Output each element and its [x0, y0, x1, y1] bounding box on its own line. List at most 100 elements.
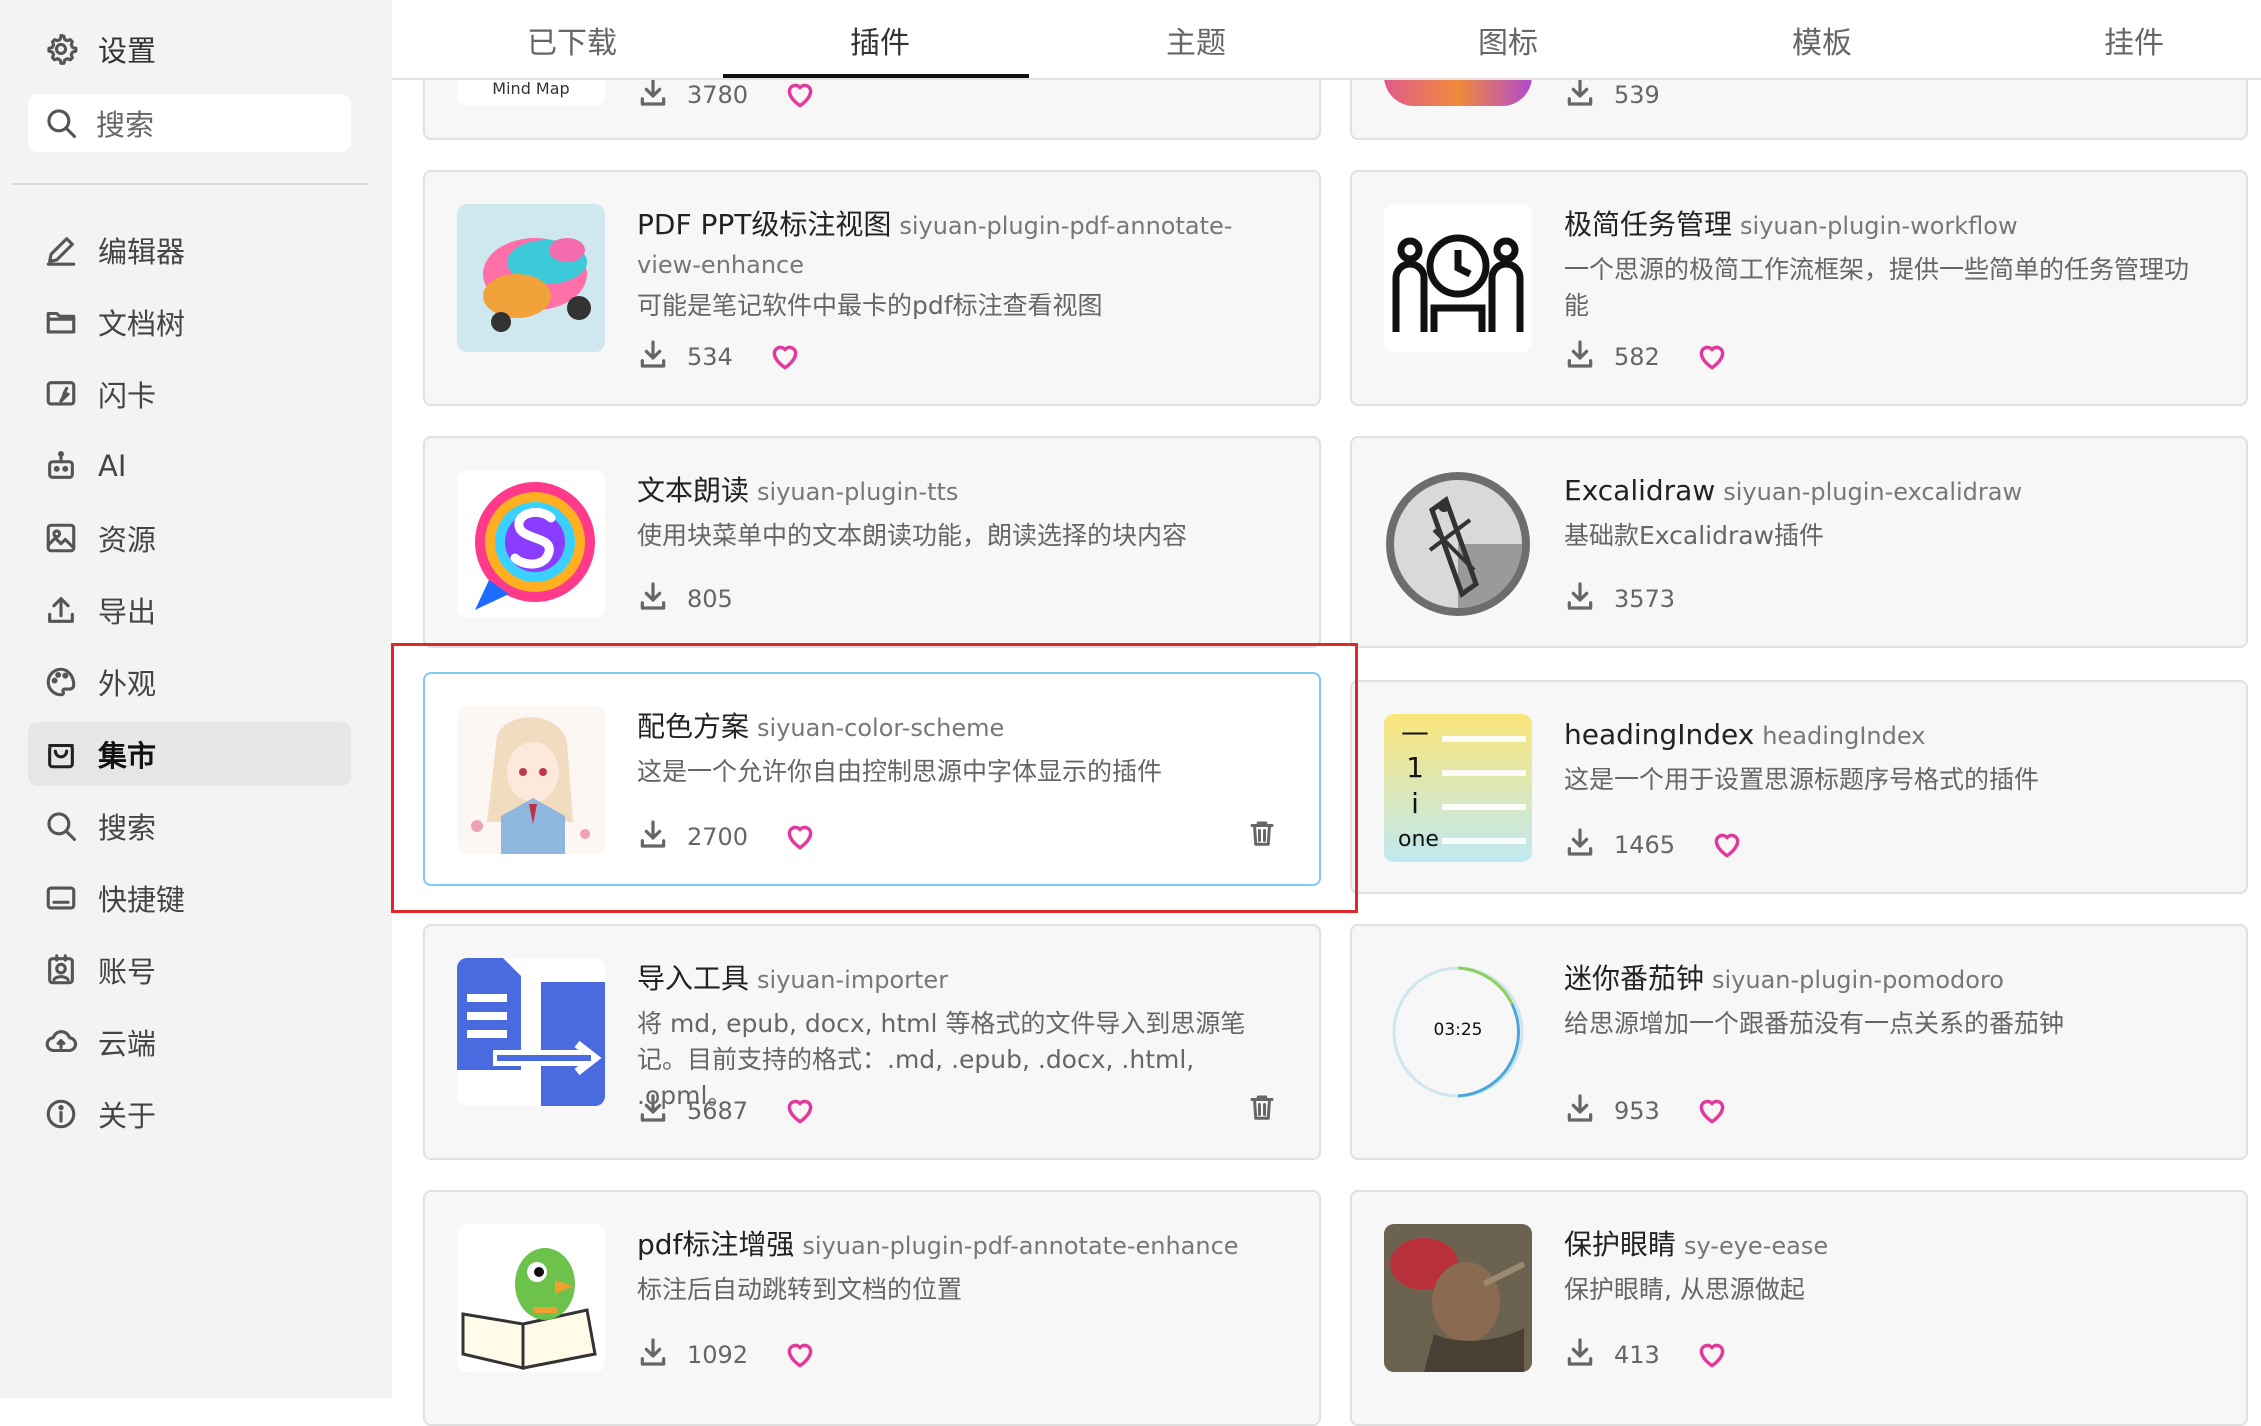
plugin-title: 配色方案	[637, 710, 750, 743]
sidebar-item-account[interactable]: 账号	[28, 938, 351, 1002]
download-count: 3780	[687, 81, 749, 109]
plugin-thumbnail: — 1 i one	[1384, 714, 1532, 862]
plugin-stats: 413	[1564, 1336, 1728, 1374]
tab-themes[interactable]: 主题	[1042, 0, 1350, 80]
sidebar-item-doctree[interactable]: 文档树	[28, 290, 351, 354]
sidebar-item-label: 账号	[98, 955, 157, 989]
search-placeholder: 搜索	[96, 108, 155, 142]
download-icon	[1564, 1092, 1596, 1130]
sidebar-item-label: 集市	[98, 739, 157, 773]
plugin-title-row: PDF PPT级标注视图 siyuan-plugin-pdf-annotate-v…	[637, 206, 1259, 284]
plugin-package: siyuan-importer	[757, 966, 949, 994]
plugin-description: 这是一个允许你自由控制思源中字体显示的插件	[637, 757, 1163, 786]
plugin-thumbnail	[1384, 204, 1532, 352]
tab-templates[interactable]: 模板	[1668, 0, 1976, 80]
heart-icon[interactable]	[769, 341, 801, 373]
plugin-card-excalidraw[interactable]: Excalidraw siyuan-plugin-excalidraw 基础款Ex…	[1350, 436, 2248, 648]
search-icon	[44, 809, 78, 843]
sidebar-item-appearance[interactable]: 外观	[28, 650, 351, 714]
sidebar-item-editor[interactable]: 编辑器	[28, 218, 351, 282]
download-count: 3573	[1614, 585, 1676, 613]
sidebar-item-cloud[interactable]: 云端	[28, 1010, 351, 1074]
sidebar-item-label: 资源	[98, 523, 157, 557]
trash-icon[interactable]	[1247, 1092, 1277, 1126]
plugin-card-pomodoro[interactable]: 03:25 迷你番茄钟 siyuan-plugin-pomodoro 给思源增加一…	[1350, 924, 2248, 1160]
robot-icon	[44, 449, 78, 483]
download-icon	[637, 338, 669, 376]
download-count: 582	[1614, 343, 1660, 371]
thumb-line: —	[1401, 715, 1429, 748]
trash-icon[interactable]	[1247, 818, 1277, 852]
plugin-stats: 1092	[637, 1336, 816, 1374]
sidebar-item-assets[interactable]: 资源	[28, 506, 351, 570]
bazaar-tabs: 已下载 插件 主题 图标 模板 挂件	[392, 0, 2261, 80]
sidebar-item-ai[interactable]: AI	[28, 434, 351, 498]
plugin-title-row: 配色方案 siyuan-color-scheme	[637, 708, 1259, 747]
download-count: 953	[1614, 1097, 1660, 1125]
sidebar-item-bazaar[interactable]: 集市	[28, 722, 351, 786]
plugin-package: siyuan-plugin-pdf-annotate-enhance	[802, 1232, 1239, 1260]
heart-icon[interactable]	[1711, 829, 1743, 861]
plugin-stats: 3573	[1564, 580, 1675, 618]
sidebar-item-about[interactable]: 关于	[28, 1082, 351, 1146]
plugin-title-row: pdf标注增强 siyuan-plugin-pdf-annotate-enhanc…	[637, 1226, 1259, 1265]
plugin-title-row: headingIndex headingIndex	[1564, 716, 2186, 755]
download-count: 805	[687, 585, 733, 613]
folder-icon	[44, 305, 78, 339]
plugin-card-pdf-annotate-enhance[interactable]: pdf标注增强 siyuan-plugin-pdf-annotate-enhanc…	[423, 1190, 1321, 1426]
download-count: 413	[1614, 1341, 1660, 1369]
sidebar-item-label: 外观	[98, 667, 157, 701]
heart-icon[interactable]	[784, 1095, 816, 1127]
plugin-stats: 5687	[637, 1092, 816, 1130]
plugin-card-pdf-annotate-view[interactable]: PDF PPT级标注视图 siyuan-plugin-pdf-annotate-v…	[423, 170, 1321, 406]
flashcard-icon	[44, 377, 78, 411]
plugin-thumbnail	[1384, 1224, 1532, 1372]
heart-icon[interactable]	[784, 79, 816, 111]
heart-icon[interactable]	[784, 1339, 816, 1371]
plugin-card-tts[interactable]: 文本朗读 siyuan-plugin-tts 使用块菜单中的文本朗读功能，朗读选择…	[423, 436, 1321, 648]
plugin-package: siyuan-plugin-pomodoro	[1712, 966, 2004, 994]
tab-plugins[interactable]: 插件	[726, 0, 1034, 80]
pencil-icon	[44, 233, 78, 267]
sidebar-item-label: 云端	[98, 1027, 157, 1061]
sidebar-item-keymap[interactable]: 快捷键	[28, 866, 351, 930]
download-icon	[1564, 826, 1596, 864]
sidebar-item-label: 快捷键	[98, 883, 186, 917]
heart-icon[interactable]	[1696, 1339, 1728, 1371]
tab-widgets[interactable]: 挂件	[1980, 0, 2261, 80]
plugin-card-heading-index[interactable]: — 1 i one headingIndex headingIndex 这是一个用…	[1350, 680, 2248, 894]
plugin-card-color-scheme[interactable]: 配色方案 siyuan-color-scheme 这是一个允许你自由控制思源中字体…	[423, 672, 1321, 886]
download-icon	[637, 1336, 669, 1374]
plugin-package: siyuan-color-scheme	[757, 714, 1005, 742]
plugin-stats: 1465	[1564, 826, 1743, 864]
download-icon	[637, 580, 669, 618]
plugin-title: 文本朗读	[637, 474, 750, 507]
plugin-card-workflow[interactable]: 极简任务管理 siyuan-plugin-workflow 一个思源的极简工作流框…	[1350, 170, 2248, 406]
heart-icon[interactable]	[784, 821, 816, 853]
sidebar-item-search[interactable]: 搜索	[28, 794, 351, 858]
sidebar-item-label: 关于	[98, 1099, 157, 1133]
sidebar-search-input[interactable]: 搜索	[28, 94, 351, 152]
download-icon	[1564, 580, 1596, 618]
plugin-title: 导入工具	[637, 962, 750, 995]
plugin-thumbnail	[457, 204, 605, 352]
heart-icon[interactable]	[1696, 1095, 1728, 1127]
plugin-package: siyuan-plugin-workflow	[1740, 212, 2018, 240]
palette-icon	[44, 665, 78, 699]
download-count: 1092	[687, 1341, 749, 1369]
sidebar-item-flashcard[interactable]: 闪卡	[28, 362, 351, 426]
plugin-title: 极简任务管理	[1564, 208, 1733, 241]
tab-icons[interactable]: 图标	[1354, 0, 1662, 80]
thumb-line: 1	[1406, 751, 1424, 784]
sidebar-item-export[interactable]: 导出	[28, 578, 351, 642]
bag-icon	[44, 737, 78, 771]
plugin-card-eye-ease[interactable]: 保护眼睛 sy-eye-ease 保护眼睛, 从思源做起 413	[1350, 1190, 2248, 1426]
plugin-stats: 805	[637, 580, 733, 618]
plugin-stats: 582	[1564, 338, 1728, 376]
plugin-card-importer[interactable]: 导入工具 siyuan-importer 将 md, epub, docx, ht…	[423, 924, 1321, 1160]
plugin-stats: 534	[637, 338, 801, 376]
sidebar-item-label: 文档树	[98, 307, 186, 341]
thumb-line: one	[1398, 827, 1439, 852]
heart-icon[interactable]	[1696, 341, 1728, 373]
tab-downloaded[interactable]: 已下载	[418, 0, 726, 80]
